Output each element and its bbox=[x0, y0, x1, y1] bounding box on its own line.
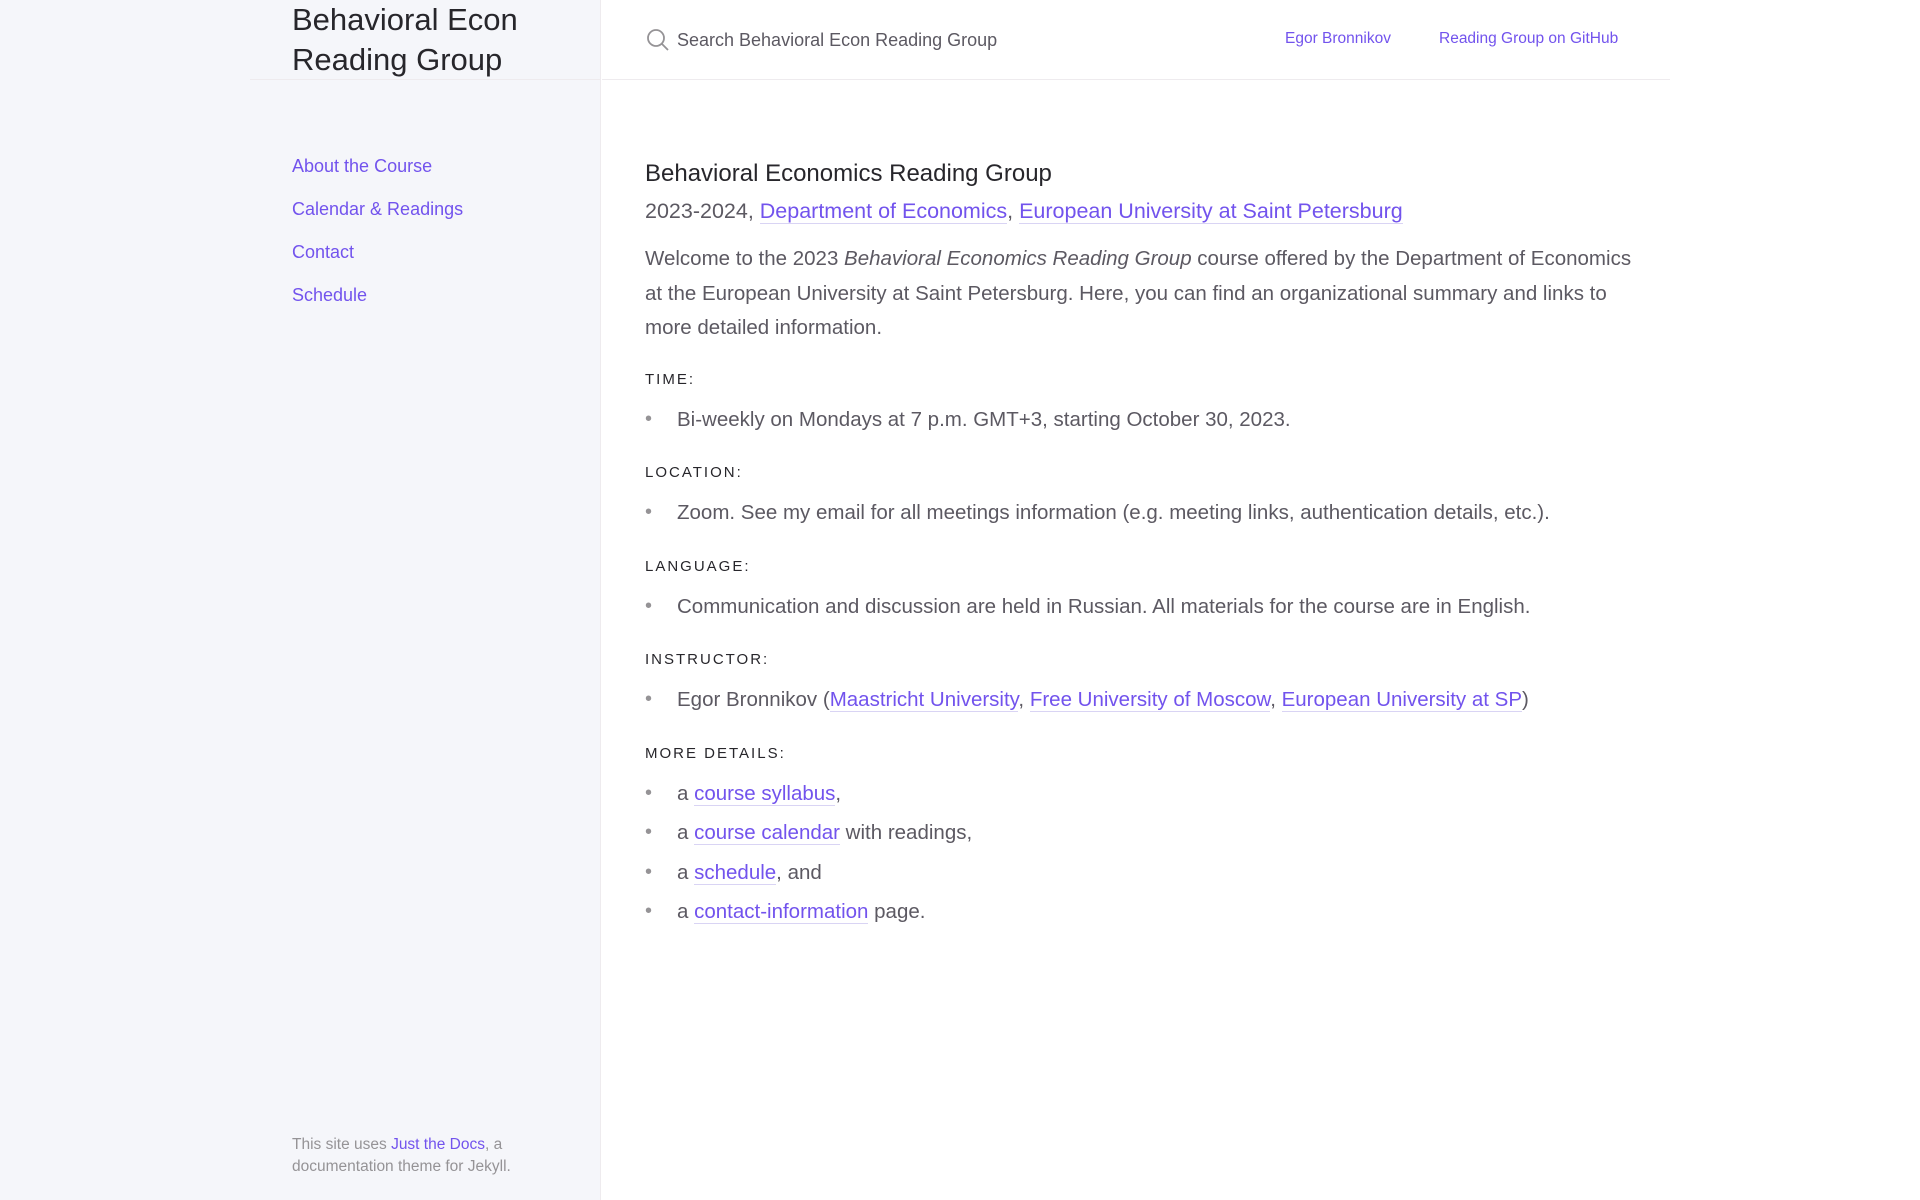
location-item: Zoom. See my email for all meetings info… bbox=[645, 493, 1645, 533]
instructor-close: ) bbox=[1522, 688, 1529, 711]
just-the-docs-link[interactable]: Just the Docs bbox=[391, 1136, 485, 1153]
sidebar-nav: About the Course Calendar & Readings Con… bbox=[292, 145, 463, 317]
details-post: , and bbox=[776, 860, 822, 884]
site-header: Behavioral Econ Reading Group bbox=[250, 0, 601, 80]
course-syllabus-link[interactable]: course syllabus bbox=[694, 781, 836, 806]
sidebar-item-about: About the Course bbox=[292, 145, 463, 188]
main-content: Behavioral Economics Reading Group 2023-… bbox=[645, 156, 1645, 932]
maastricht-link[interactable]: Maastricht University bbox=[829, 688, 1019, 712]
sidebar-link-contact[interactable]: Contact bbox=[292, 242, 354, 262]
site-title-link[interactable]: Behavioral Econ Reading Group bbox=[292, 0, 592, 80]
details-pre: a bbox=[677, 821, 695, 844]
sidebar-item-schedule: Schedule bbox=[292, 274, 463, 317]
instructor-sep-1: , bbox=[1018, 688, 1030, 711]
details-item-calendar: a course calendar with readings, bbox=[645, 813, 1645, 853]
footer-prefix: This site uses bbox=[292, 1136, 392, 1153]
location-label: LOCATION: bbox=[645, 464, 743, 481]
subtitle: 2023-2024, Department of Economics, Euro… bbox=[645, 192, 1645, 230]
details-list: a course syllabus, a course calendar wit… bbox=[645, 774, 1645, 932]
details-item-syllabus: a course syllabus, bbox=[645, 774, 1645, 814]
language-label: LANGUAGE: bbox=[645, 557, 751, 575]
sidebar-item-calendar: Calendar & Readings bbox=[292, 188, 463, 231]
intro-course-name: Behavioral Economics Reading Group bbox=[844, 247, 1192, 270]
course-calendar-link[interactable]: course calendar bbox=[694, 821, 840, 845]
instructor-list: Egor Bronnikov (Maastricht University, F… bbox=[645, 680, 1645, 720]
language-item: Communication and discussion are held in… bbox=[645, 587, 1645, 627]
sidebar-footer: This site uses Just the Docs, a document… bbox=[292, 1134, 562, 1178]
location-list: Zoom. See my email for all meetings info… bbox=[645, 493, 1645, 533]
instructor-label: INSTRUCTOR: bbox=[645, 651, 770, 668]
details-post: page. bbox=[868, 900, 926, 923]
main-header: Egor Bronnikov Reading Group on GitHub bbox=[602, 0, 1670, 80]
intro-paragraph: Welcome to the 2023 Behavioral Economics… bbox=[645, 242, 1645, 346]
details-item-contact: a contact-information page. bbox=[645, 892, 1645, 932]
page-title: Behavioral Economics Reading Group bbox=[645, 160, 1052, 187]
instructor-sep-2: , bbox=[1270, 688, 1282, 711]
search-input[interactable] bbox=[677, 24, 1097, 56]
aux-link-github[interactable]: Reading Group on GitHub bbox=[1439, 30, 1618, 48]
sidebar-item-contact: Contact bbox=[292, 231, 463, 274]
schedule-link[interactable]: schedule bbox=[694, 860, 777, 885]
instructor-name: Egor Bronnikov ( bbox=[677, 688, 830, 711]
time-list: Bi-weekly on Mondays at 7 p.m. GMT+3, st… bbox=[645, 400, 1645, 440]
language-list: Communication and discussion are held in… bbox=[645, 587, 1645, 627]
details-pre: a bbox=[677, 900, 695, 923]
department-link[interactable]: Department of Economics bbox=[759, 199, 1008, 224]
details-pre: a bbox=[677, 860, 695, 884]
subtitle-years: 2023-2024, bbox=[645, 199, 760, 223]
search-icon bbox=[646, 28, 670, 52]
details-item-schedule: a schedule, and bbox=[645, 853, 1645, 893]
contact-information-link[interactable]: contact-information bbox=[694, 900, 869, 924]
university-link[interactable]: European University at Saint Petersburg bbox=[1019, 199, 1403, 224]
intro-before: Welcome to the 2023 bbox=[645, 247, 845, 270]
sidebar-link-schedule[interactable]: Schedule bbox=[292, 285, 367, 305]
subtitle-sep: , bbox=[1007, 199, 1020, 223]
details-post: , bbox=[835, 781, 842, 805]
details-label: MORE DETAILS: bbox=[645, 744, 786, 762]
details-post: with readings, bbox=[839, 821, 973, 844]
time-label: TIME: bbox=[645, 370, 695, 388]
page: Behavioral Econ Reading Group About the … bbox=[0, 0, 1920, 1200]
instructor-item: Egor Bronnikov (Maastricht University, F… bbox=[645, 680, 1645, 720]
time-item: Bi-weekly on Mondays at 7 p.m. GMT+3, st… bbox=[645, 400, 1645, 440]
sidebar-link-calendar[interactable]: Calendar & Readings bbox=[292, 199, 463, 219]
free-university-link[interactable]: Free University of Moscow bbox=[1029, 688, 1271, 712]
aux-link-egor-bronnikov[interactable]: Egor Bronnikov bbox=[1285, 30, 1391, 48]
eusp-link[interactable]: European University at SP bbox=[1281, 688, 1523, 712]
sidebar-link-about[interactable]: About the Course bbox=[292, 156, 432, 176]
details-pre: a bbox=[677, 781, 695, 805]
